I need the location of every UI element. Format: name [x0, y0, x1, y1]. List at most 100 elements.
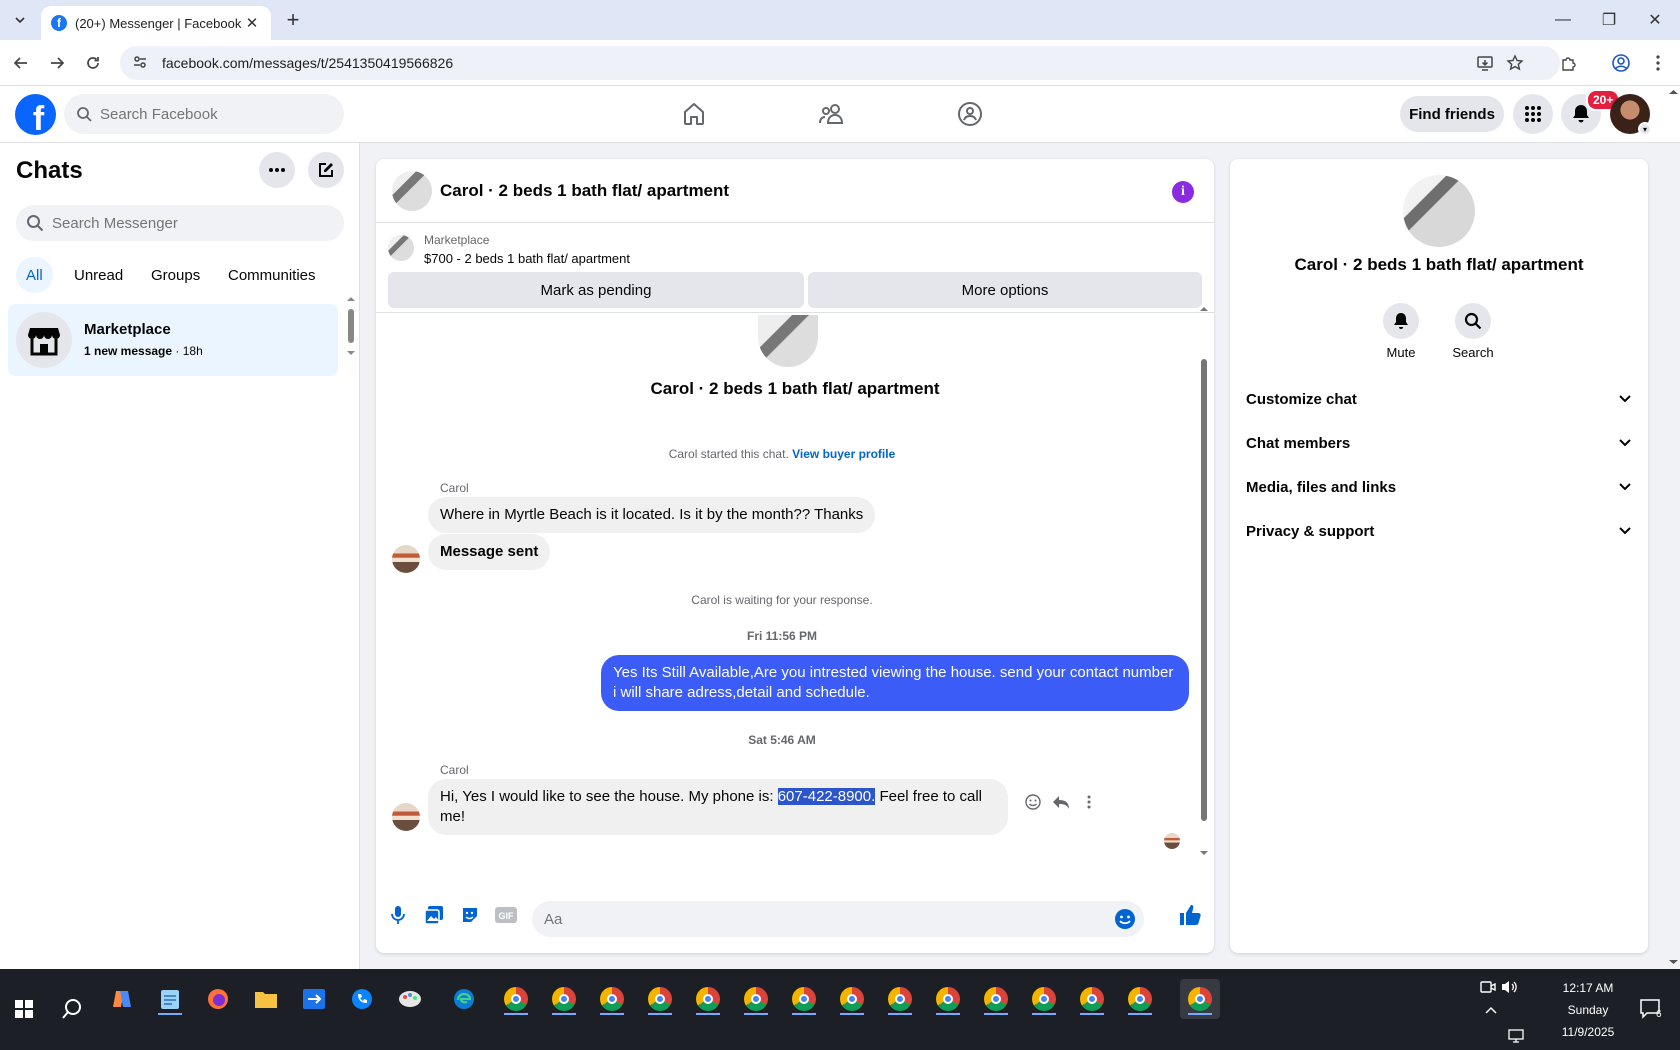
clock-day[interactable]: Sunday [1548, 1003, 1628, 1017]
firefox-icon[interactable] [198, 979, 238, 1019]
sidebar-scrollbar[interactable] [345, 295, 357, 357]
privacy-support-row[interactable]: Privacy & support [1246, 511, 1632, 551]
chrome-window-icon[interactable] [1072, 979, 1112, 1019]
extensions-puzzle-icon[interactable] [1556, 50, 1582, 76]
back-arrow-icon[interactable] [8, 50, 34, 76]
browser-menu-icon[interactable] [1645, 50, 1671, 76]
search-in-conversation-button[interactable]: Search [1433, 303, 1513, 360]
chrome-window-icon[interactable] [544, 979, 584, 1019]
emoji-picker-icon[interactable] [1114, 908, 1136, 930]
forward-arrow-icon[interactable] [44, 50, 70, 76]
view-buyer-profile-link[interactable]: View buyer profile [792, 447, 895, 461]
windows-start-icon[interactable] [4, 989, 44, 1029]
tab-search-chevron-icon[interactable] [8, 8, 32, 32]
incoming-message-bubble[interactable]: Message sent [428, 534, 551, 570]
mute-button[interactable]: Mute [1361, 303, 1441, 360]
conversation-avatar[interactable] [392, 171, 432, 211]
account-avatar[interactable]: ▾ [1610, 94, 1652, 136]
tab-close-icon[interactable]: ✕ [243, 14, 261, 32]
details-avatar[interactable] [1403, 175, 1475, 247]
conversation-info-icon[interactable]: i [1172, 181, 1194, 203]
file-explorer-icon[interactable] [246, 979, 286, 1019]
minimize-icon[interactable]: — [1540, 0, 1586, 40]
chrome-window-icon[interactable] [640, 979, 680, 1019]
chrome-window-icon[interactable] [688, 979, 728, 1019]
chrome-window-icon[interactable] [736, 979, 776, 1019]
selected-phone-number[interactable]: 607-422-8900. [777, 788, 876, 805]
site-settings-icon[interactable] [132, 54, 150, 72]
filter-unread-tab[interactable]: Unread [64, 257, 133, 293]
chrome-window-icon[interactable] [880, 979, 920, 1019]
chrome-window-icon[interactable] [976, 979, 1016, 1019]
profile-icon[interactable] [1608, 50, 1634, 76]
chrome-window-icon[interactable] [592, 979, 632, 1019]
phone-app-icon[interactable] [342, 979, 382, 1019]
blue-app-icon[interactable] [294, 979, 334, 1019]
clock-time[interactable]: 12:17 AM [1548, 981, 1628, 995]
window-close-icon[interactable]: ✕ [1632, 0, 1678, 40]
meet-now-icon[interactable] [1480, 979, 1496, 995]
conversation-scrollbar[interactable] [1198, 303, 1210, 863]
paint-app-icon[interactable] [390, 979, 430, 1019]
gif-icon[interactable]: GIF [494, 903, 518, 927]
home-icon[interactable] [674, 94, 714, 134]
facebook-search-input[interactable] [100, 105, 320, 123]
network-icon[interactable] [1508, 1029, 1524, 1043]
page-scrollbar[interactable] [1667, 86, 1680, 969]
message-input-field[interactable] [532, 901, 1144, 937]
edge-icon[interactable] [444, 979, 484, 1019]
customize-chat-row[interactable]: Customize chat [1246, 379, 1632, 419]
new-message-compose-icon[interactable] [308, 152, 344, 188]
chrome-window-icon-active[interactable] [1180, 979, 1220, 1019]
chrome-window-icon[interactable] [832, 979, 872, 1019]
install-app-icon[interactable] [1472, 46, 1498, 80]
reply-arrow-icon[interactable] [1050, 791, 1072, 813]
chat-members-row[interactable]: Chat members [1246, 423, 1632, 463]
sender-avatar[interactable] [392, 803, 420, 831]
facebook-search[interactable] [64, 94, 344, 134]
filter-groups-tab[interactable]: Groups [141, 257, 210, 293]
attach-photo-icon[interactable] [422, 903, 446, 927]
volume-icon[interactable] [1500, 979, 1518, 995]
restore-icon[interactable]: ❐ [1586, 0, 1632, 40]
chrome-window-icon[interactable] [1120, 979, 1160, 1019]
sender-avatar[interactable] [392, 545, 420, 573]
messenger-search-input[interactable] [52, 214, 312, 232]
chrome-window-icon[interactable] [784, 979, 824, 1019]
thumbs-up-send-icon[interactable] [1178, 903, 1202, 927]
reload-icon[interactable] [80, 50, 106, 76]
media-files-links-row[interactable]: Media, files and links [1246, 467, 1632, 507]
outgoing-message-bubble[interactable]: Yes Its Still Available,Are you intreste… [601, 655, 1189, 711]
taskbar-search-icon[interactable] [52, 989, 92, 1029]
microphone-icon[interactable] [386, 903, 410, 927]
menu-grid-icon[interactable] [1513, 94, 1553, 134]
conversation-title[interactable]: Carol · 2 beds 1 bath flat/ apartment [440, 181, 729, 201]
clock-date[interactable]: 11/9/2025 [1548, 1025, 1628, 1039]
bookmark-star-icon[interactable] [1502, 46, 1528, 80]
listing-thumbnail[interactable] [388, 235, 414, 261]
address-bar[interactable]: facebook.com/messages/t/2541350419566826 [120, 46, 1560, 80]
groups-icon[interactable] [950, 94, 990, 134]
notepad-icon[interactable] [150, 979, 190, 1019]
react-emoji-icon[interactable] [1022, 791, 1044, 813]
messenger-search[interactable] [16, 205, 344, 241]
new-tab-plus-icon[interactable]: + [281, 7, 305, 32]
incoming-message-bubble[interactable]: Hi, Yes I would like to see the house. M… [428, 779, 1008, 835]
more-options-ellipsis-icon[interactable] [259, 152, 295, 188]
find-friends-button[interactable]: Find friends [1400, 96, 1504, 132]
show-hidden-icons-chevron-up-icon[interactable] [1484, 1005, 1498, 1015]
facebook-logo-icon[interactable]: f [15, 94, 56, 135]
chrome-window-icon[interactable] [496, 979, 536, 1019]
chrome-window-icon[interactable] [1024, 979, 1064, 1019]
sticker-icon[interactable] [458, 903, 482, 927]
browser-tab[interactable]: f (20+) Messenger | Facebook ✕ [41, 6, 271, 40]
mark-as-pending-button[interactable]: Mark as pending [388, 272, 804, 308]
chrome-window-icon[interactable] [928, 979, 968, 1019]
listing-title[interactable]: $700 - 2 beds 1 bath flat/ apartment [424, 251, 630, 266]
message-input[interactable] [544, 910, 1104, 928]
chat-list-item-marketplace[interactable]: Marketplace 1 new message · 18h [8, 304, 338, 376]
more-options-button[interactable]: More options [808, 272, 1202, 308]
message-more-icon[interactable] [1078, 791, 1100, 813]
filter-all-tab[interactable]: All [16, 257, 53, 293]
filter-communities-tab[interactable]: Communities [218, 257, 326, 293]
